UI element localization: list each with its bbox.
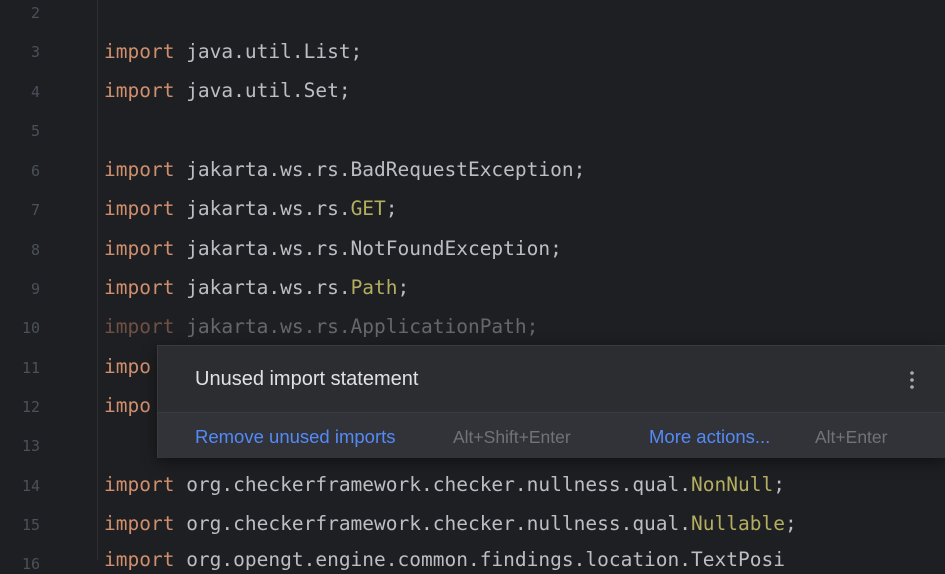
code-text: java.util.Set; [174, 79, 351, 102]
code-text: ; [385, 197, 398, 220]
code-line[interactable]: impo [104, 355, 151, 379]
code-line[interactable]: impo [104, 394, 151, 418]
line-number: 2 [30, 4, 40, 22]
keyword: import [104, 237, 175, 260]
more-vertical-icon[interactable] [908, 368, 916, 392]
code-text: jakarta.ws.rs. [174, 197, 351, 220]
annotation-text: NonNull [691, 473, 774, 496]
code-line[interactable]: import org.opengt.engine.common.findings… [104, 548, 785, 572]
code-text: org.checkerframework.checker.nullness.qu… [174, 473, 692, 496]
line-number: 14 [21, 477, 40, 495]
code-text: java.util.List; [174, 40, 363, 63]
line-number: 6 [30, 162, 40, 180]
keyword: import [104, 315, 175, 338]
line-number: 5 [30, 122, 40, 140]
line-number: 9 [30, 280, 40, 298]
keyword: import [104, 79, 175, 102]
code-text: ; [773, 473, 785, 496]
code-line[interactable]: import java.util.Set; [104, 79, 351, 103]
code-line[interactable]: import jakarta.ws.rs.GET; [104, 197, 398, 221]
line-number-gutter: 2 3 4 5 6 7 8 9 10 11 12 13 14 15 16 [0, 0, 98, 573]
code-text: jakarta.ws.rs.NotFoundException; [174, 237, 562, 260]
code-text: ; [397, 276, 410, 299]
shortcut-hint: Alt+Enter [815, 427, 888, 447]
line-number: 13 [21, 437, 40, 455]
line-number: 15 [21, 516, 40, 534]
line-number: 16 [21, 555, 40, 573]
line-number: 8 [30, 241, 40, 259]
code-text: jakarta.ws.rs.ApplicationPath; [174, 315, 539, 338]
line-number: 10 [21, 319, 40, 337]
more-actions-link[interactable]: More actions... [649, 426, 770, 448]
code-line[interactable]: import org.checkerframework.checker.null… [104, 512, 797, 536]
line-number: 12 [21, 398, 40, 416]
code-line[interactable]: import jakarta.ws.rs.NotFoundException; [104, 237, 562, 261]
code-text: ; [784, 512, 797, 535]
keyword: import [104, 197, 175, 220]
keyword: import [104, 158, 175, 181]
keyword: impo [104, 355, 151, 378]
code-line[interactable]: import java.util.List; [104, 40, 362, 64]
code-line[interactable]: import jakarta.ws.rs.BadRequestException… [104, 158, 585, 182]
keyword: impo [104, 394, 151, 417]
keyword: import [104, 40, 175, 63]
line-number: 3 [30, 43, 40, 61]
inspection-popup: Unused import statement Remove unused im… [157, 345, 945, 458]
keyword: import [104, 512, 175, 535]
keyword: import [104, 473, 175, 496]
code-text: org.checkerframework.checker.nullness.qu… [174, 512, 692, 535]
shortcut-hint: Alt+Shift+Enter [453, 427, 571, 447]
line-number: 7 [30, 201, 40, 219]
code-line[interactable]: import org.checkerframework.checker.null… [104, 473, 785, 497]
code-line[interactable]: import jakarta.ws.rs.Path; [104, 276, 409, 300]
line-number: 4 [30, 83, 40, 101]
unused-import-line[interactable]: import jakarta.ws.rs.ApplicationPath; [104, 315, 538, 339]
popup-actions: Remove unused imports Alt+Shift+Enter Mo… [158, 412, 945, 458]
popup-header: Unused import statement [158, 346, 945, 412]
code-text: jakarta.ws.rs.BadRequestException; [174, 158, 586, 181]
annotation-text: Path [350, 276, 398, 299]
line-number: 11 [21, 359, 40, 377]
annotation-text: GET [350, 197, 386, 220]
annotation-text: Nullable [691, 512, 785, 535]
code-text: jakarta.ws.rs. [174, 276, 351, 299]
remove-unused-imports-link[interactable]: Remove unused imports [195, 426, 396, 448]
keyword: import [104, 276, 175, 299]
popup-title: Unused import statement [195, 368, 419, 390]
